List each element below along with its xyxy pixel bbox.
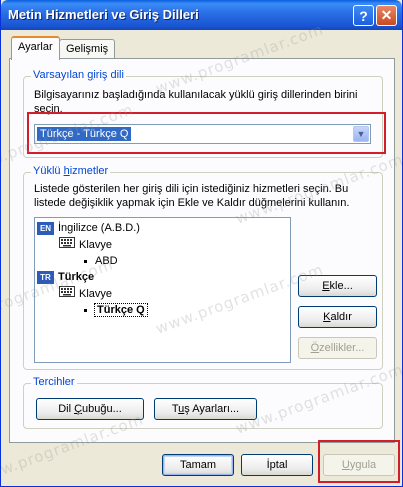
help-button[interactable]: ? — [353, 5, 374, 26]
tree-item-label: Türkçe Q — [94, 303, 148, 317]
cancel-button[interactable]: İptal — [241, 454, 313, 476]
keyboard-icon — [59, 286, 75, 302]
tree-item-keyboard-en[interactable]: Klavye — [59, 237, 112, 253]
tree-item-keyboard-tr[interactable]: Klavye — [59, 286, 112, 302]
selected-language-value: Türkçe - Türkçe Q — [37, 127, 132, 141]
button-label: Tuş Ayarları... — [171, 403, 240, 415]
group-label: Yüklü hizmetler — [31, 165, 111, 177]
tree-item-label: Klavye — [79, 239, 113, 251]
language-badge-icon: TR — [37, 270, 54, 284]
window-title: Metin Hizmetleri ve Giriş Dilleri — [8, 7, 199, 22]
group-label: Varsayılan giriş dili — [31, 69, 126, 81]
keyboard-icon — [59, 237, 75, 253]
group-label: Tercihler — [31, 376, 77, 388]
dialog-window: Metin Hizmetleri ve Giriş Dilleri ? ✕ Ay… — [0, 0, 403, 487]
tree-item-label: Klavye — [79, 288, 113, 300]
installed-services-description: Listede gösterilen her giriş dili için i… — [34, 183, 350, 209]
tab-label: Gelişmiş — [66, 43, 109, 55]
tree-item-label: İngilizce (A.B.D.) — [58, 222, 140, 234]
button-label: Dil Çubuğu... — [58, 403, 122, 415]
tree-item-label: ABD — [95, 255, 118, 267]
close-button[interactable]: ✕ — [376, 5, 397, 26]
language-badge-icon: EN — [37, 221, 54, 235]
bullet-icon — [84, 308, 87, 312]
default-language-description: Bilgisayarınız başladığında kullanılacak… — [34, 89, 358, 115]
title-bar[interactable]: Metin Hizmetleri ve Giriş Dilleri ? ✕ — [1, 0, 402, 30]
button-label: Özellikler... — [310, 342, 365, 354]
tree-item-english[interactable]: EN İngilizce (A.B.D.) — [37, 220, 140, 236]
tree-item-layout-turkce-q[interactable]: Türkçe Q — [84, 302, 148, 318]
question-mark-icon: ? — [359, 7, 368, 24]
remove-button[interactable]: Kaldır — [298, 306, 377, 328]
button-label: İptal — [266, 459, 288, 471]
button-label: Tamam — [179, 459, 217, 471]
properties-button[interactable]: Özellikler... — [298, 337, 377, 359]
language-bar-button[interactable]: Dil Çubuğu... — [36, 398, 144, 420]
tree-item-turkish[interactable]: TR Türkçe — [37, 269, 94, 285]
tree-item-label: Türkçe — [58, 271, 95, 283]
tree-item-layout-abd[interactable]: ABD — [84, 253, 118, 269]
apply-button[interactable]: Uygula — [323, 454, 395, 476]
dropdown-arrow-button[interactable]: ▼ — [353, 126, 369, 142]
tab-ayarlar[interactable]: Ayarlar — [11, 36, 60, 60]
add-button[interactable]: Ekle... — [298, 275, 377, 297]
tab-gelismis[interactable]: Gelişmiş — [59, 39, 116, 59]
button-label: Uygula — [341, 459, 377, 471]
chevron-down-icon: ▼ — [356, 129, 366, 139]
default-language-select[interactable]: Türkçe - Türkçe Q ▼ — [34, 124, 371, 144]
ok-button[interactable]: Tamam — [162, 454, 234, 476]
installed-services-tree[interactable]: EN İngilizce (A.B.D.) Klavye ABD TR Türkçe… — [34, 217, 291, 363]
bullet-icon — [84, 259, 87, 263]
button-label: Ekle... — [322, 280, 353, 292]
close-icon: ✕ — [380, 7, 393, 23]
tab-label: Ayarlar — [18, 41, 53, 53]
button-label: Kaldır — [323, 311, 352, 323]
key-settings-button[interactable]: Tuş Ayarları... — [154, 398, 257, 420]
